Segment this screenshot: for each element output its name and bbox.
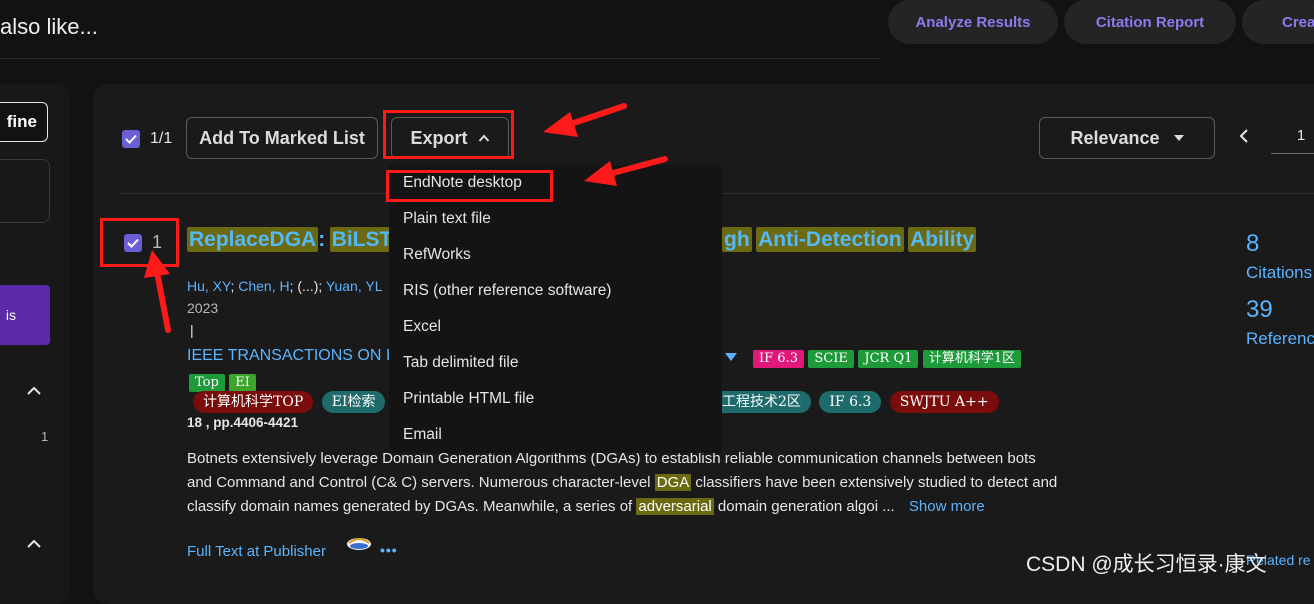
arrow-to-export-head [543, 112, 578, 137]
arrow-to-endnote-head [584, 161, 617, 186]
annotation-arrows [144, 103, 668, 333]
arrow-to-checkbox-head [144, 250, 170, 278]
csdn-watermark: CSDN @成长习恒录·康文 [1026, 553, 1267, 576]
arrow-to-checkbox [154, 269, 171, 333]
